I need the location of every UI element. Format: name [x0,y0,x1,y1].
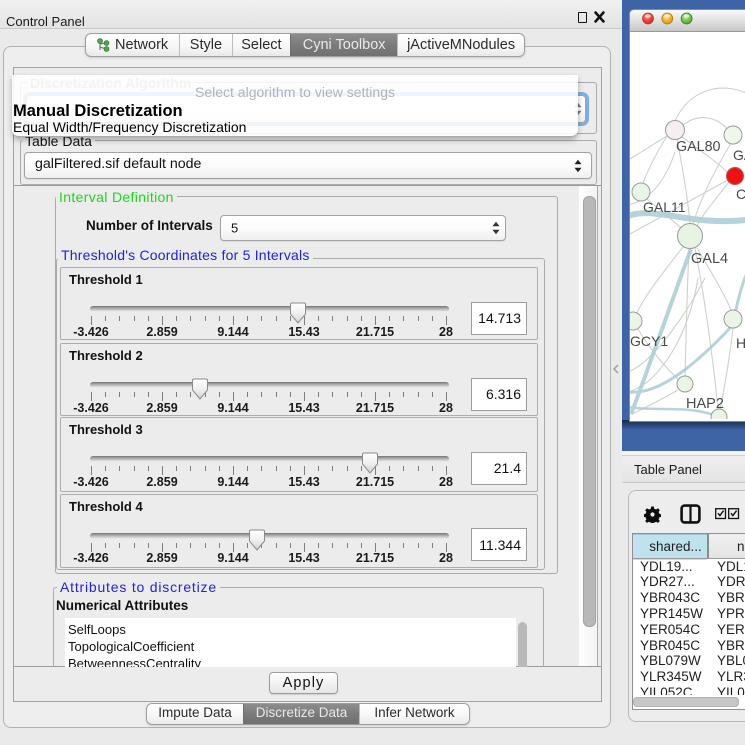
svg-text:GCY1: GCY1 [630,333,668,349]
svg-text:C: C [736,186,745,202]
svg-text:GAL80: GAL80 [676,139,721,155]
svg-text:GAL7: GAL7 [733,147,745,163]
svg-text:GAL4: GAL4 [691,251,728,267]
svg-text:GAL11: GAL11 [643,199,686,215]
svg-text:HIS7: HIS7 [736,335,745,351]
svg-text:HAP2: HAP2 [686,396,724,412]
